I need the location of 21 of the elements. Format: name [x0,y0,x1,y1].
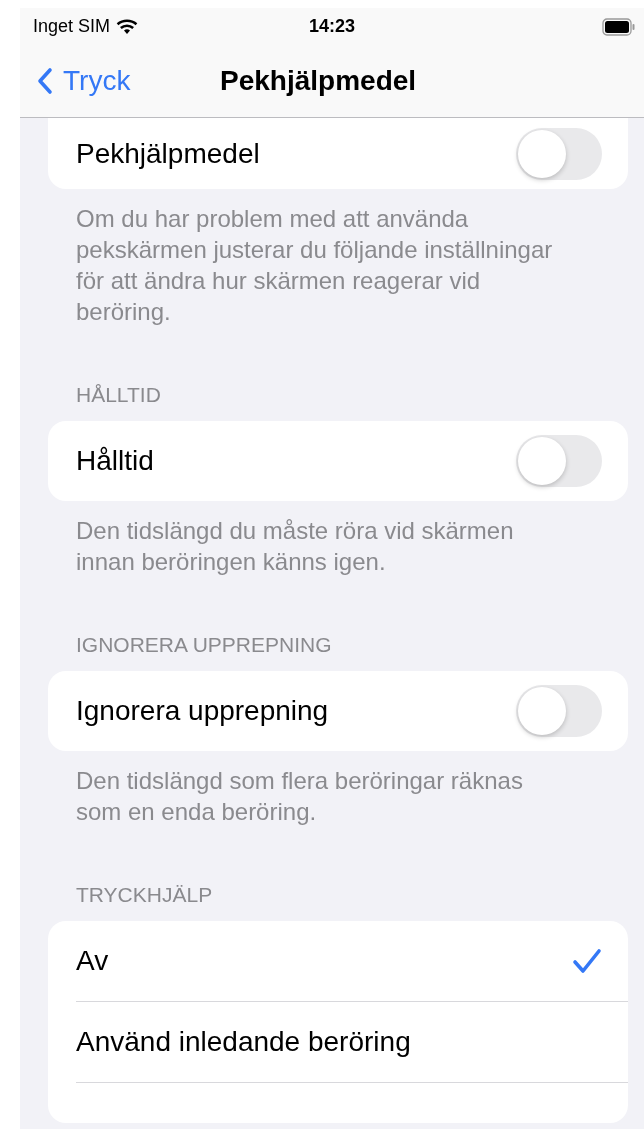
setting-label: Hålltid [76,445,154,477]
section-footer: Den tidslängd du måste röra vid skärmen innan beröringen känns igen. [48,501,628,577]
option-row[interactable]: Av [48,921,628,1001]
clock-time: 14:23 [307,16,356,37]
back-button[interactable]: Tryck [20,65,131,97]
section-header: TRYCKHJÄLP [75,882,214,908]
page-title: Pekhjälpmedel [220,65,417,97]
toggle-switch[interactable] [516,685,602,737]
option-row[interactable]: Använd inledande beröring [48,1002,628,1082]
setting-label: Pekhjälpmedel [76,137,260,170]
carrier-label: Inget SIM [33,16,111,37]
section-header: HÅLLTID [75,382,162,408]
battery-icon [602,17,636,36]
section-header: IGNORERA UPPREPNING [75,632,333,658]
section-footer: Den tidslängd som flera beröringar räknas som en enda beröring. [48,751,628,827]
toggle-switch[interactable] [516,127,602,180]
chevron-left-icon [37,67,53,95]
section-footer: Om du har problem med att använda pekskärmen justerar du följande inställningar för att ändra hur skärmen reagerar vid beröring. [48,189,628,327]
toggle-switch[interactable] [516,435,602,487]
setting-label: Ignorera upprepning [76,695,329,727]
wifi-icon [116,18,139,35]
